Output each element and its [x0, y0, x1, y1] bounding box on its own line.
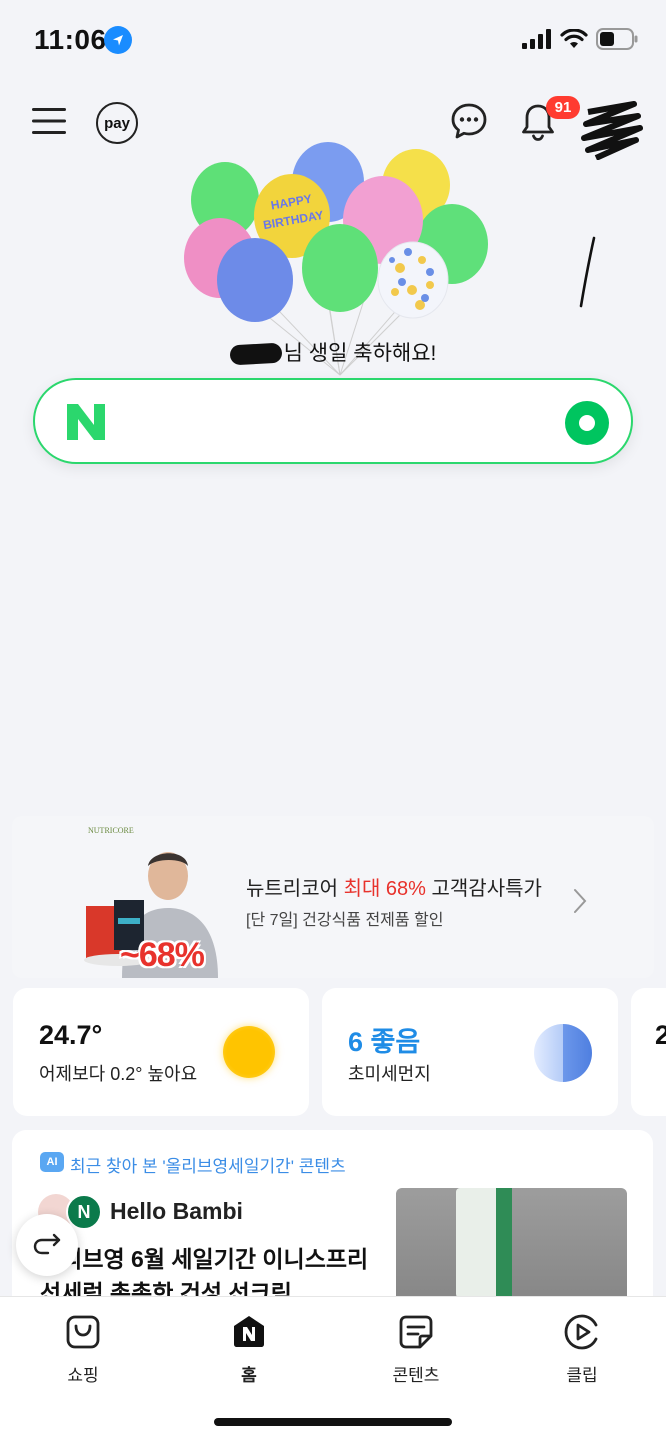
green-dot-search-icon[interactable] [565, 401, 609, 445]
ad-title-prefix: 뉴트리코어 [246, 878, 344, 900]
battery-icon [596, 28, 638, 50]
ad-title-suffix: 고객감사특가 [425, 878, 542, 900]
profile-avatar[interactable] [578, 98, 644, 161]
shopping-bag-icon [66, 1315, 100, 1349]
chat-bubble-icon [451, 103, 487, 139]
author-name: Hello Bambi [110, 1198, 243, 1224]
status-bar: 11:06 [0, 0, 666, 70]
tab-clip[interactable]: 클립 [537, 1311, 627, 1386]
ad-title: 뉴트리코어 최대 68% 고객감사특가 [246, 872, 542, 901]
ad-discount-label: ~68% [120, 936, 205, 974]
pay-button[interactable]: pay [96, 102, 138, 144]
tab-shopping[interactable]: 쇼핑 [38, 1311, 128, 1386]
weather-widget[interactable]: 24.7° 어제보다 0.2° 높아요 [13, 988, 309, 1116]
floating-share-button[interactable] [16, 1214, 78, 1276]
tab-shopping-label: 쇼핑 [67, 1366, 99, 1385]
decorative-line [576, 236, 600, 310]
chat-button[interactable] [450, 102, 488, 140]
ad-title-highlight: 최대 68% [343, 878, 426, 900]
notification-button[interactable]: 91 [518, 96, 580, 142]
tab-home-label: 홈 [241, 1366, 257, 1385]
birthday-message: 님 생일 축하해요! [0, 337, 666, 367]
location-icon [104, 26, 132, 54]
redirect-arrow-icon [33, 1233, 61, 1255]
tab-contents[interactable]: 콘텐츠 [371, 1311, 461, 1386]
temperature-comparison: 어제보다 0.2° 높아요 [39, 1064, 198, 1084]
recommendation-reason: 최근 찾아 본 '올리브영세일기간' 콘텐츠 [70, 1157, 346, 1176]
hamburger-icon [32, 108, 66, 134]
status-indicators [522, 28, 638, 50]
fine-dust-icon [534, 1024, 592, 1082]
search-bar[interactable] [33, 378, 633, 464]
redacted-username [229, 343, 283, 366]
fine-dust-label: 초미세먼지 [348, 1064, 431, 1084]
fine-dust-value: 6 좋음 [348, 1027, 421, 1057]
home-icon [234, 1316, 264, 1347]
tab-home[interactable]: 홈 [204, 1311, 294, 1386]
tab-contents-label: 콘텐츠 [392, 1366, 440, 1385]
birthday-message-text: 님 생일 축하해요! [283, 342, 437, 365]
status-time: 11:06 [34, 24, 107, 55]
ad-banner[interactable]: NUTRICORE ~68% 뉴트리코어 최대 68% 고객감사특가 [단 7일… [12, 816, 654, 978]
air-quality-widget[interactable]: 6 좋음 초미세먼지 [322, 988, 618, 1116]
ad-brand-logo: NUTRICORE [88, 826, 134, 835]
ai-badge: AI [40, 1152, 64, 1172]
ad-subtitle: [단 7일] 건강식품 전제품 할인 [246, 912, 444, 929]
notification-count-badge: 91 [546, 96, 580, 119]
chevron-right-icon[interactable] [572, 888, 588, 914]
menu-button[interactable] [32, 106, 66, 136]
product-tube-cap [496, 1188, 512, 1298]
wifi-icon [560, 29, 588, 48]
tab-clip-label: 클립 [566, 1366, 598, 1385]
sun-icon [223, 1026, 275, 1078]
content-icon [399, 1315, 433, 1349]
naver-n-logo-icon [67, 404, 105, 440]
clip-play-icon [564, 1314, 598, 1350]
pay-label: pay [104, 114, 130, 132]
naver-blog-badge-icon: N [66, 1194, 102, 1230]
temperature-value: 24.7° [39, 1020, 103, 1050]
next-widget-peek[interactable]: 2 [631, 988, 666, 1116]
signal-icon [522, 29, 551, 49]
home-indicator[interactable] [214, 1418, 452, 1426]
